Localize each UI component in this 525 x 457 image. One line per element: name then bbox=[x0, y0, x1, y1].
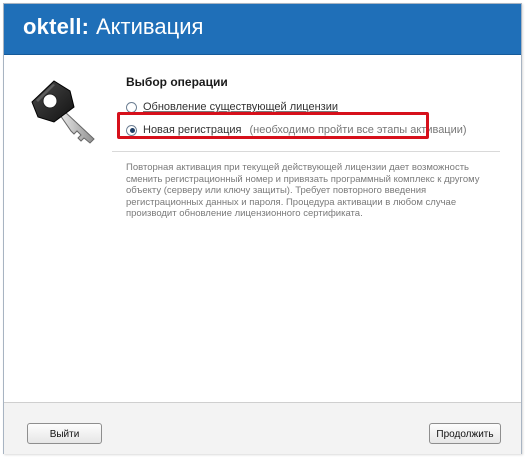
divider bbox=[112, 151, 500, 152]
footer-bar: Выйти Продолжить bbox=[4, 402, 521, 454]
header-bar: oktell: Активация bbox=[4, 4, 521, 55]
description-line: регистрационных данных и пароля. Процеду… bbox=[126, 196, 457, 208]
continue-button[interactable]: Продолжить bbox=[429, 423, 501, 444]
activation-window: oktell: Активация Выбор операции Обновле… bbox=[3, 3, 522, 454]
brand-logo: oktell: bbox=[23, 14, 90, 39]
section-title: Выбор операции bbox=[126, 75, 228, 89]
radio-button[interactable] bbox=[126, 101, 137, 113]
description-text: Повторная активация при текущей действую… bbox=[126, 162, 496, 220]
highlight-box bbox=[117, 112, 429, 139]
description-line: производит обновление лицензионного серт… bbox=[126, 208, 363, 219]
description-line: объекту (серверу или ключу защиты). Треб… bbox=[126, 185, 427, 196]
key-icon bbox=[24, 67, 104, 147]
description-line: Повторная активация при текущей действую… bbox=[126, 162, 469, 173]
content-area: Выбор операции Обновление существующей л… bbox=[4, 55, 521, 401]
description-line: сменить регистрационный номер и привязат… bbox=[126, 173, 480, 185]
exit-button[interactable]: Выйти bbox=[27, 423, 102, 444]
window-title: Активация bbox=[96, 14, 204, 39]
